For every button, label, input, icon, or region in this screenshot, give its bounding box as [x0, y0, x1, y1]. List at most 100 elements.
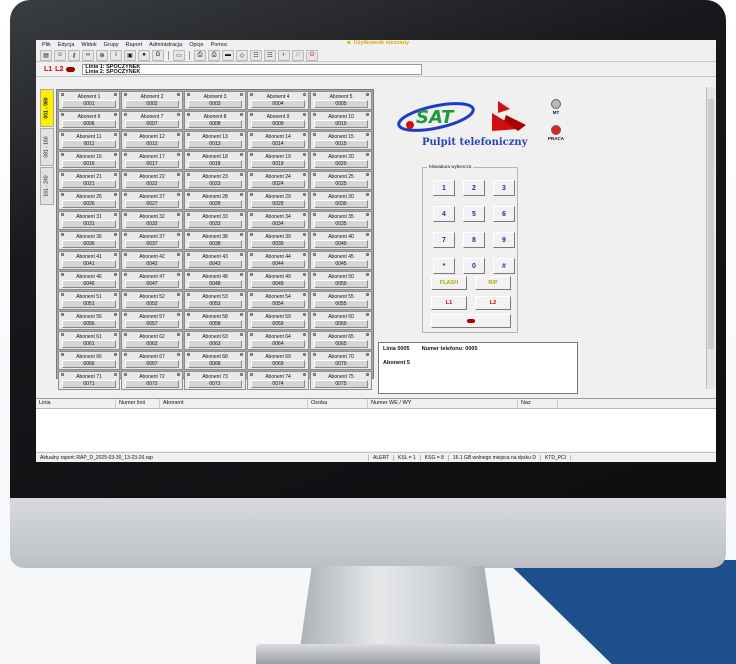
subscriber-cell[interactable]: Abonent 50 0050: [310, 271, 372, 290]
subscriber-number-button[interactable]: 0001: [61, 100, 117, 108]
col-abonent[interactable]: Abonent: [160, 399, 308, 408]
subscriber-cell[interactable]: Abonent 3 0003: [184, 91, 246, 110]
subscriber-number-button[interactable]: 0025: [313, 180, 369, 188]
subscriber-cell[interactable]: Abonent 62 0062: [121, 331, 183, 350]
crosshair-icon[interactable]: ⊕: [96, 49, 108, 61]
subscriber-number-button[interactable]: 0070: [313, 360, 369, 368]
subscriber-cell[interactable]: Abonent 19 0019: [247, 151, 309, 170]
subscriber-cell[interactable]: Abonent 11 0011: [58, 131, 120, 150]
line-1-button[interactable]: L1: [44, 66, 52, 73]
subscriber-number-button[interactable]: 0013: [187, 140, 243, 148]
subscriber-number-button[interactable]: 0010: [313, 120, 369, 128]
subscriber-number-button[interactable]: 0072: [124, 380, 180, 388]
subscriber-cell[interactable]: Abonent 53 0053: [184, 291, 246, 310]
subscriber-number-button[interactable]: 0065: [313, 340, 369, 348]
diamond-icon[interactable]: ◇: [236, 49, 248, 61]
subscriber-number-button[interactable]: 0042: [124, 260, 180, 268]
subscriber-cell[interactable]: Abonent 49 0049: [247, 271, 309, 290]
tab-range-3[interactable]: 161 - 240: [40, 167, 54, 205]
subscriber-cell[interactable]: Abonent 61 0061: [58, 331, 120, 350]
subscriber-cell[interactable]: Abonent 22 0022: [121, 171, 183, 190]
subscriber-number-button[interactable]: 0061: [61, 340, 117, 348]
subscriber-number-button[interactable]: 0050: [313, 280, 369, 288]
menu-view[interactable]: Widok: [81, 42, 96, 48]
subscriber-number-button[interactable]: 0069: [250, 360, 306, 368]
info-icon[interactable]: i: [110, 49, 122, 61]
subscriber-number-button[interactable]: 0028: [187, 200, 243, 208]
subscriber-cell[interactable]: Abonent 35 0035: [310, 211, 372, 230]
subscriber-number-button[interactable]: 0018: [187, 160, 243, 168]
key-1[interactable]: 1: [433, 180, 455, 196]
subscriber-cell[interactable]: Abonent 74 0074: [247, 371, 309, 390]
subscriber-cell[interactable]: Abonent 1 0001: [58, 91, 120, 110]
subscriber-number-button[interactable]: 0009: [250, 120, 306, 128]
menu-help[interactable]: Pomoc: [211, 42, 228, 48]
subscriber-number-button[interactable]: 0035: [313, 220, 369, 228]
subscriber-number-button[interactable]: 0040: [313, 240, 369, 248]
hangup-button[interactable]: [431, 314, 511, 328]
subscriber-number-button[interactable]: 0016: [61, 160, 117, 168]
subscriber-cell[interactable]: Abonent 39 0039: [247, 231, 309, 250]
subscriber-number-button[interactable]: 0024: [250, 180, 306, 188]
subscriber-cell[interactable]: Abonent 2 0002: [121, 91, 183, 110]
people-icon[interactable]: ☷: [250, 49, 262, 61]
subscriber-cell[interactable]: Abonent 65 0065: [310, 331, 372, 350]
subscriber-cell[interactable]: Abonent 63 0063: [184, 331, 246, 350]
subscriber-cell[interactable]: Abonent 40 0040: [310, 231, 372, 250]
subscriber-cell[interactable]: Abonent 43 0043: [184, 251, 246, 270]
col-numer-linii[interactable]: Numer linii: [116, 399, 160, 408]
subscriber-number-button[interactable]: 0059: [250, 320, 306, 328]
subscriber-number-button[interactable]: 0011: [61, 140, 117, 148]
menu-report[interactable]: Raport: [126, 42, 143, 48]
subscriber-number-button[interactable]: 0067: [124, 360, 180, 368]
subscriber-number-button[interactable]: 0053: [187, 300, 243, 308]
subscriber-cell[interactable]: Abonent 6 0006: [58, 111, 120, 130]
subscriber-cell[interactable]: Abonent 71 0071: [58, 371, 120, 390]
subscriber-number-button[interactable]: 0004: [250, 100, 306, 108]
subscriber-cell[interactable]: Abonent 75 0075: [310, 371, 372, 390]
subscriber-number-button[interactable]: 0075: [313, 380, 369, 388]
subscriber-number-button[interactable]: 0043: [187, 260, 243, 268]
subscriber-cell[interactable]: Abonent 47 0047: [121, 271, 183, 290]
subscriber-number-button[interactable]: 0066: [61, 360, 117, 368]
subscriber-number-button[interactable]: 0005: [313, 100, 369, 108]
col-naz[interactable]: Naz: [518, 399, 558, 408]
print-preview-icon[interactable]: ⎙: [208, 49, 220, 61]
subscriber-number-button[interactable]: 0045: [313, 260, 369, 268]
subscriber-cell[interactable]: Abonent 29 0029: [247, 191, 309, 210]
subscriber-cell[interactable]: Abonent 25 0025: [310, 171, 372, 190]
subscriber-cell[interactable]: Abonent 36 0036: [58, 231, 120, 250]
subscriber-number-button[interactable]: 0029: [250, 200, 306, 208]
key-7[interactable]: 7: [433, 232, 455, 248]
subscriber-number-button[interactable]: 0034: [250, 220, 306, 228]
menu-options[interactable]: Opcje: [189, 42, 203, 48]
green-arrow-icon[interactable]: ◐: [278, 49, 290, 61]
handset-icon[interactable]: [66, 66, 76, 72]
subscriber-number-button[interactable]: 0026: [61, 200, 117, 208]
subscriber-cell[interactable]: Abonent 72 0072: [121, 371, 183, 390]
tab-range-1[interactable]: 001 - 080: [40, 89, 54, 127]
subscriber-cell[interactable]: Abonent 7 0007: [121, 111, 183, 130]
subscriber-cell[interactable]: Abonent 70 0070: [310, 351, 372, 370]
subscriber-number-button[interactable]: 0058: [187, 320, 243, 328]
subscriber-number-button[interactable]: 0007: [124, 120, 180, 128]
screen-icon[interactable]: ▬: [222, 49, 234, 61]
subscriber-cell[interactable]: Abonent 8 0008: [184, 111, 246, 130]
col-osoba[interactable]: Osoba: [308, 399, 368, 408]
subscriber-cell[interactable]: Abonent 38 0038: [184, 231, 246, 250]
subscriber-number-button[interactable]: 0048: [187, 280, 243, 288]
subscriber-number-button[interactable]: 0014: [250, 140, 306, 148]
subscriber-cell[interactable]: Abonent 37 0037: [121, 231, 183, 250]
subscriber-number-button[interactable]: 0019: [250, 160, 306, 168]
menu-file[interactable]: Plik: [42, 42, 51, 48]
key-2[interactable]: 2: [463, 180, 485, 196]
key-0[interactable]: 0: [463, 258, 485, 274]
subscriber-number-button[interactable]: 0041: [61, 260, 117, 268]
subscriber-cell[interactable]: Abonent 30 0030: [310, 191, 372, 210]
subscriber-number-button[interactable]: 0023: [187, 180, 243, 188]
subscriber-cell[interactable]: Abonent 24 0024: [247, 171, 309, 190]
key-hash[interactable]: #: [493, 258, 515, 274]
subscriber-cell[interactable]: Abonent 4 0004: [247, 91, 309, 110]
subscriber-cell[interactable]: Abonent 60 0060: [310, 311, 372, 330]
subscriber-cell[interactable]: Abonent 13 0013: [184, 131, 246, 150]
